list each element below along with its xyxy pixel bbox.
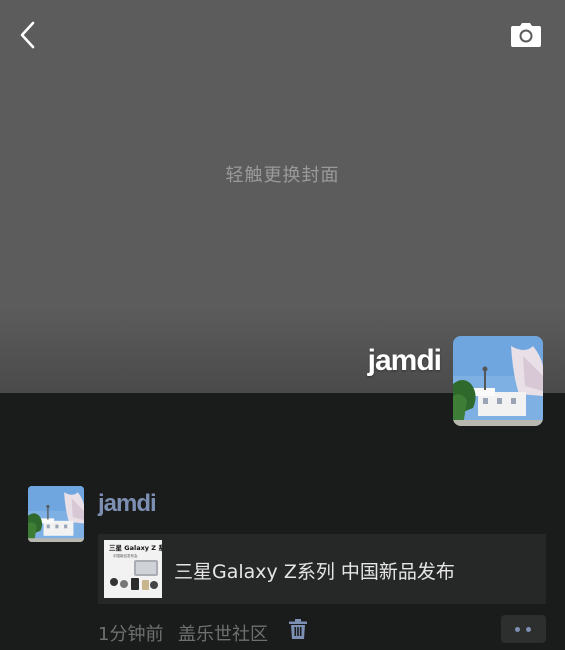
profile-avatar[interactable]: [453, 336, 543, 426]
camera-icon: [511, 23, 541, 47]
post-time: 1分钟前: [98, 624, 164, 645]
chevron-left-icon: [20, 21, 35, 49]
avatar-image: [28, 486, 84, 542]
post-author-name[interactable]: jamdi: [98, 490, 157, 518]
camera-button[interactable]: [510, 22, 542, 48]
thumb-heading: 三星 Galaxy Z 系列: [109, 543, 162, 552]
link-title: 三星Galaxy Z系列 中国新品发布: [174, 561, 455, 583]
more-dots-icon: [515, 627, 520, 632]
post-author-avatar[interactable]: [28, 486, 84, 542]
cover-area[interactable]: 轻触更换封面: [0, 0, 565, 393]
back-button[interactable]: [14, 20, 44, 50]
more-dots-icon: [526, 627, 531, 632]
trash-icon: [289, 619, 307, 639]
thumb-sub: 中国新品发布会: [113, 553, 138, 558]
delete-button[interactable]: [289, 619, 307, 639]
profile-name: jamdi: [367, 344, 442, 377]
post-source[interactable]: 盖乐世社区: [178, 620, 268, 646]
more-options-button[interactable]: [501, 615, 546, 643]
shared-link-card[interactable]: 三星 Galaxy Z 系列 中国新品发布会 三星Galaxy Z系列 中国新品…: [98, 534, 546, 604]
avatar-image: [453, 336, 543, 426]
link-thumbnail: 三星 Galaxy Z 系列 中国新品发布会: [104, 540, 162, 598]
cover-hint-text: 轻触更换封面: [225, 165, 340, 186]
